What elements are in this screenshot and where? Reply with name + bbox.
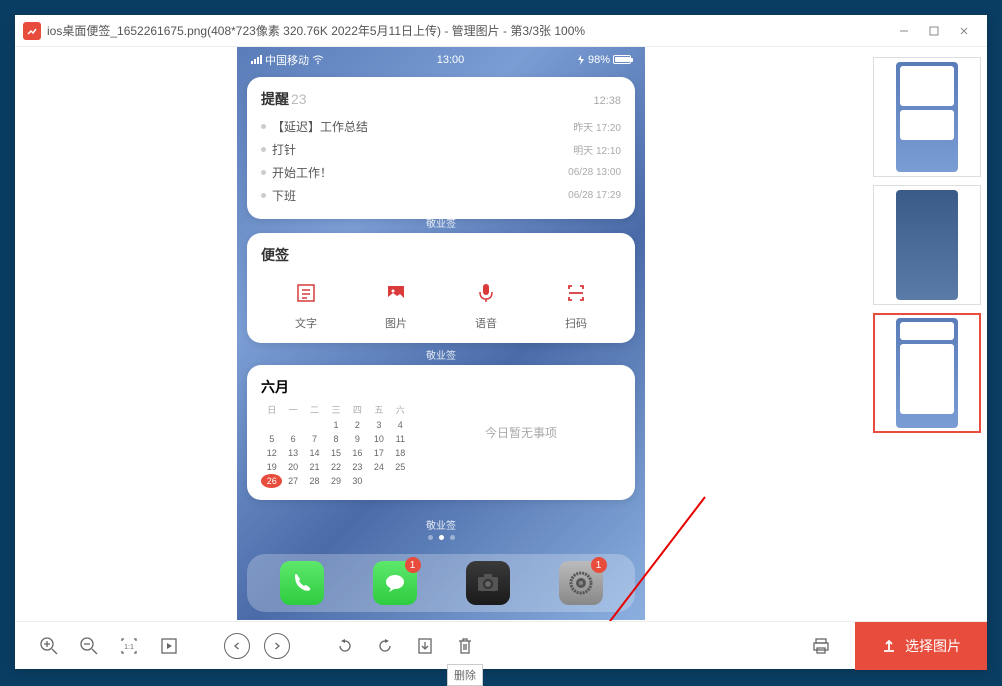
printer-icon — [811, 636, 831, 656]
reminder-item: 下班06/28 17:29 — [261, 184, 621, 207]
scan-icon — [560, 277, 592, 309]
notes-image-item: 图片 — [380, 277, 412, 331]
titlebar: ios桌面便签_1652261675.png(408*723像素 320.76K… — [15, 15, 987, 47]
reminder-item: 打针明天 12:10 — [261, 138, 621, 161]
next-button[interactable] — [263, 632, 291, 660]
thumbnail-1[interactable] — [873, 57, 981, 177]
download-button[interactable] — [411, 632, 439, 660]
widget-label: 敬业签 — [237, 517, 645, 532]
image-viewer[interactable]: 中国移动 13:00 98% 提醒23 12:38 — [15, 47, 867, 621]
notes-scan-item: 扫码 — [560, 277, 592, 331]
close-icon — [958, 25, 970, 37]
calendar-title: 六月 — [261, 377, 411, 397]
badge: 1 — [591, 557, 607, 573]
phone-statusbar: 中国移动 13:00 98% — [237, 47, 645, 72]
window-controls — [889, 17, 979, 45]
microphone-icon — [470, 277, 502, 309]
reminder-item: 开始工作！06/28 13:00 — [261, 161, 621, 184]
thumbnail-2[interactable] — [873, 185, 981, 305]
notes-title: 便签 — [261, 245, 621, 265]
play-icon — [159, 636, 179, 656]
upload-icon — [881, 638, 897, 654]
svg-text:1:1: 1:1 — [124, 644, 134, 651]
phone-dock: 1 1 — [247, 554, 635, 612]
rotate-left-button[interactable] — [331, 632, 359, 660]
select-image-button[interactable]: 选择图片 — [855, 622, 987, 670]
phone-app-icon — [280, 561, 324, 605]
chevron-right-icon — [264, 633, 290, 659]
text-icon — [290, 277, 322, 309]
camera-app-icon — [466, 561, 510, 605]
reminders-clock: 12:38 — [593, 95, 621, 107]
phone-screenshot: 中国移动 13:00 98% 提醒23 12:38 — [237, 47, 645, 620]
calendar-widget: 六月 日一二三四五六123456789101112131415161718192… — [247, 365, 635, 500]
app-logo-icon — [23, 22, 41, 40]
trash-icon — [455, 636, 475, 656]
battery-label: 98% — [588, 54, 610, 66]
phone-clock: 13:00 — [437, 54, 465, 66]
zoom-out-button[interactable] — [75, 632, 103, 660]
calendar-empty: 今日暂无事项 — [421, 377, 621, 488]
carrier-label: 中国移动 — [265, 52, 309, 68]
badge: 1 — [405, 557, 421, 573]
notes-text-item: 文字 — [290, 277, 322, 331]
content-area: 中国移动 13:00 98% 提醒23 12:38 — [15, 47, 987, 621]
maximize-button[interactable] — [919, 17, 949, 45]
close-button[interactable] — [949, 17, 979, 45]
download-icon — [415, 636, 435, 656]
wifi-icon — [312, 55, 324, 65]
page-dots — [237, 535, 645, 540]
zoom-in-icon — [39, 636, 59, 656]
rotate-left-icon — [335, 636, 355, 656]
window-title: ios桌面便签_1652261675.png(408*723像素 320.76K… — [47, 22, 889, 39]
image-icon — [380, 277, 412, 309]
zoom-in-button[interactable] — [35, 632, 63, 660]
select-image-label: 选择图片 — [905, 636, 961, 656]
maximize-icon — [928, 25, 940, 37]
reminders-title: 提醒 — [261, 91, 289, 107]
minimize-button[interactable] — [889, 17, 919, 45]
reminders-count: 23 — [291, 91, 307, 107]
reminders-widget: 提醒23 12:38 【延迟】工作总结昨天 17:20 打针明天 12:10 开… — [247, 77, 635, 219]
battery-icon — [613, 55, 631, 64]
slideshow-button[interactable] — [155, 632, 183, 660]
delete-button[interactable]: 删除 — [451, 632, 479, 660]
widget-label: 敬业签 — [237, 347, 645, 362]
settings-app-icon: 1 — [559, 561, 603, 605]
chevron-left-icon — [224, 633, 250, 659]
notes-voice-item: 语音 — [470, 277, 502, 331]
thumbnail-sidebar — [867, 47, 987, 621]
zoom-out-icon — [79, 636, 99, 656]
widget-label: 敬业签 — [237, 215, 645, 230]
thumbnail-3[interactable] — [873, 313, 981, 433]
messages-app-icon: 1 — [373, 561, 417, 605]
signal-icon — [251, 55, 262, 64]
rotate-right-icon — [375, 636, 395, 656]
prev-button[interactable] — [223, 632, 251, 660]
calendar-grid: 日一二三四五六123456789101112131415161718192021… — [261, 401, 411, 488]
actual-size-button[interactable]: 1:1 — [115, 632, 143, 660]
minimize-icon — [898, 25, 910, 37]
notes-widget: 便签 文字 图片 语音 — [247, 233, 635, 343]
print-button[interactable] — [807, 632, 835, 660]
app-window: ios桌面便签_1652261675.png(408*723像素 320.76K… — [15, 15, 987, 669]
bottom-toolbar: 1:1 删除 选择图片 — [15, 621, 987, 669]
reminder-item: 【延迟】工作总结昨天 17:20 — [261, 115, 621, 138]
one-to-one-icon: 1:1 — [119, 636, 139, 656]
delete-tooltip: 删除 — [447, 664, 483, 686]
charging-icon — [577, 55, 585, 65]
rotate-right-button[interactable] — [371, 632, 399, 660]
